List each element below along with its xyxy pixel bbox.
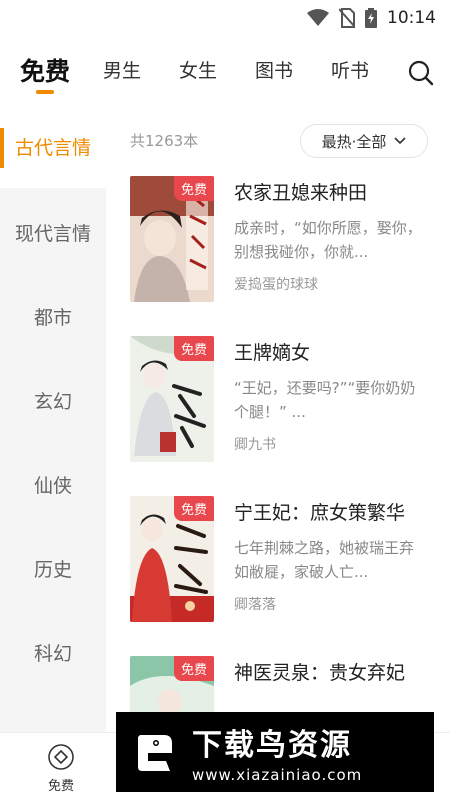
book-item[interactable]: 免费 农家丑媳来种田 成亲时，“如你所愿，娶你，别想我碰你，你就... 爱捣蛋的… [130,176,430,306]
free-badge: 免费 [173,176,214,201]
book-description: 七年荆棘之路，她被瑞王弃如敝屣，家破人亡... [234,539,415,581]
book-cover[interactable]: 免费 [130,176,214,302]
wifi-icon [307,9,329,26]
free-badge: 免费 [173,336,214,361]
sort-filter-button[interactable]: 最热·全部 [300,124,428,158]
tab-audiobooks[interactable]: 听书 [331,56,369,83]
book-description: “王妃，还要吗?”“要你奶奶个腿！” ... [234,379,416,421]
book-item[interactable]: 免费 王牌嫡女 “王妃，还要吗?”“要你奶奶个腿！” ... 卿九书 [130,336,430,466]
book-count: 共1263本 [130,132,199,150]
sidebar-item-ancient-romance[interactable]: 古代言情 [0,104,106,188]
watermark-url: www.xiazainiao.com [192,766,363,784]
search-icon[interactable] [408,60,434,86]
watermark-title: 下载鸟资源 [192,728,352,763]
genre-sidebar: 古代言情 现代言情 都市 玄幻 仙侠 历史 科幻 [0,104,106,732]
book-title[interactable]: 王牌嫡女 [234,338,310,365]
filter-label: 最热·全部 [321,132,387,151]
book-title[interactable]: 宁王妃：庶女策繁华 [234,498,405,525]
sidebar-item-modern-romance[interactable]: 现代言情 [0,190,106,274]
bird-logo-icon [126,723,184,781]
book-author: 卿九书 [234,437,276,453]
book-author: 爱捣蛋的球球 [234,277,318,293]
tab-books[interactable]: 图书 [255,56,293,83]
book-cover[interactable]: 免费 [130,496,214,622]
active-tab-indicator [36,90,54,94]
nav-item-free[interactable]: 免费 [31,743,91,794]
book-description: 成亲时，“如你所愿，娶你，别想我碰你，你就... [234,219,422,261]
no-sim-icon [339,8,355,28]
tab-free[interactable]: 免费 [20,52,70,88]
free-diamond-icon [48,744,74,770]
chevron-down-icon [394,137,406,145]
category-tabs: 免费 男生 女生 图书 听书 [0,36,450,102]
battery-charging-icon [365,8,377,28]
book-cover[interactable]: 免费 [130,336,214,462]
sidebar-item-urban[interactable]: 都市 [0,274,106,358]
tab-male[interactable]: 男生 [103,56,141,83]
sidebar-item-history[interactable]: 历史 [0,526,106,610]
status-time: 10:14 [387,8,436,28]
book-author: 卿落落 [234,597,276,613]
sidebar-active-indicator [0,128,4,168]
book-title[interactable]: 神医灵泉：贵女弃妃 [234,658,405,685]
watermark-banner: 下载鸟资源 www.xiazainiao.com [116,712,434,792]
free-badge: 免费 [173,496,214,521]
status-bar: 10:14 [0,0,450,36]
nav-label-free: 免费 [47,779,74,794]
sidebar-item-fantasy[interactable]: 玄幻 [0,358,106,442]
sidebar-item-xianxia[interactable]: 仙侠 [0,442,106,526]
tab-female[interactable]: 女生 [179,56,217,83]
book-item[interactable]: 免费 宁王妃：庶女策繁华 七年荆棘之路，她被瑞王弃如敝屣，家破人亡... 卿落落 [130,496,430,626]
sidebar-item-scifi[interactable]: 科幻 [0,610,106,694]
book-title[interactable]: 农家丑媳来种田 [234,178,367,205]
free-badge: 免费 [173,656,214,681]
